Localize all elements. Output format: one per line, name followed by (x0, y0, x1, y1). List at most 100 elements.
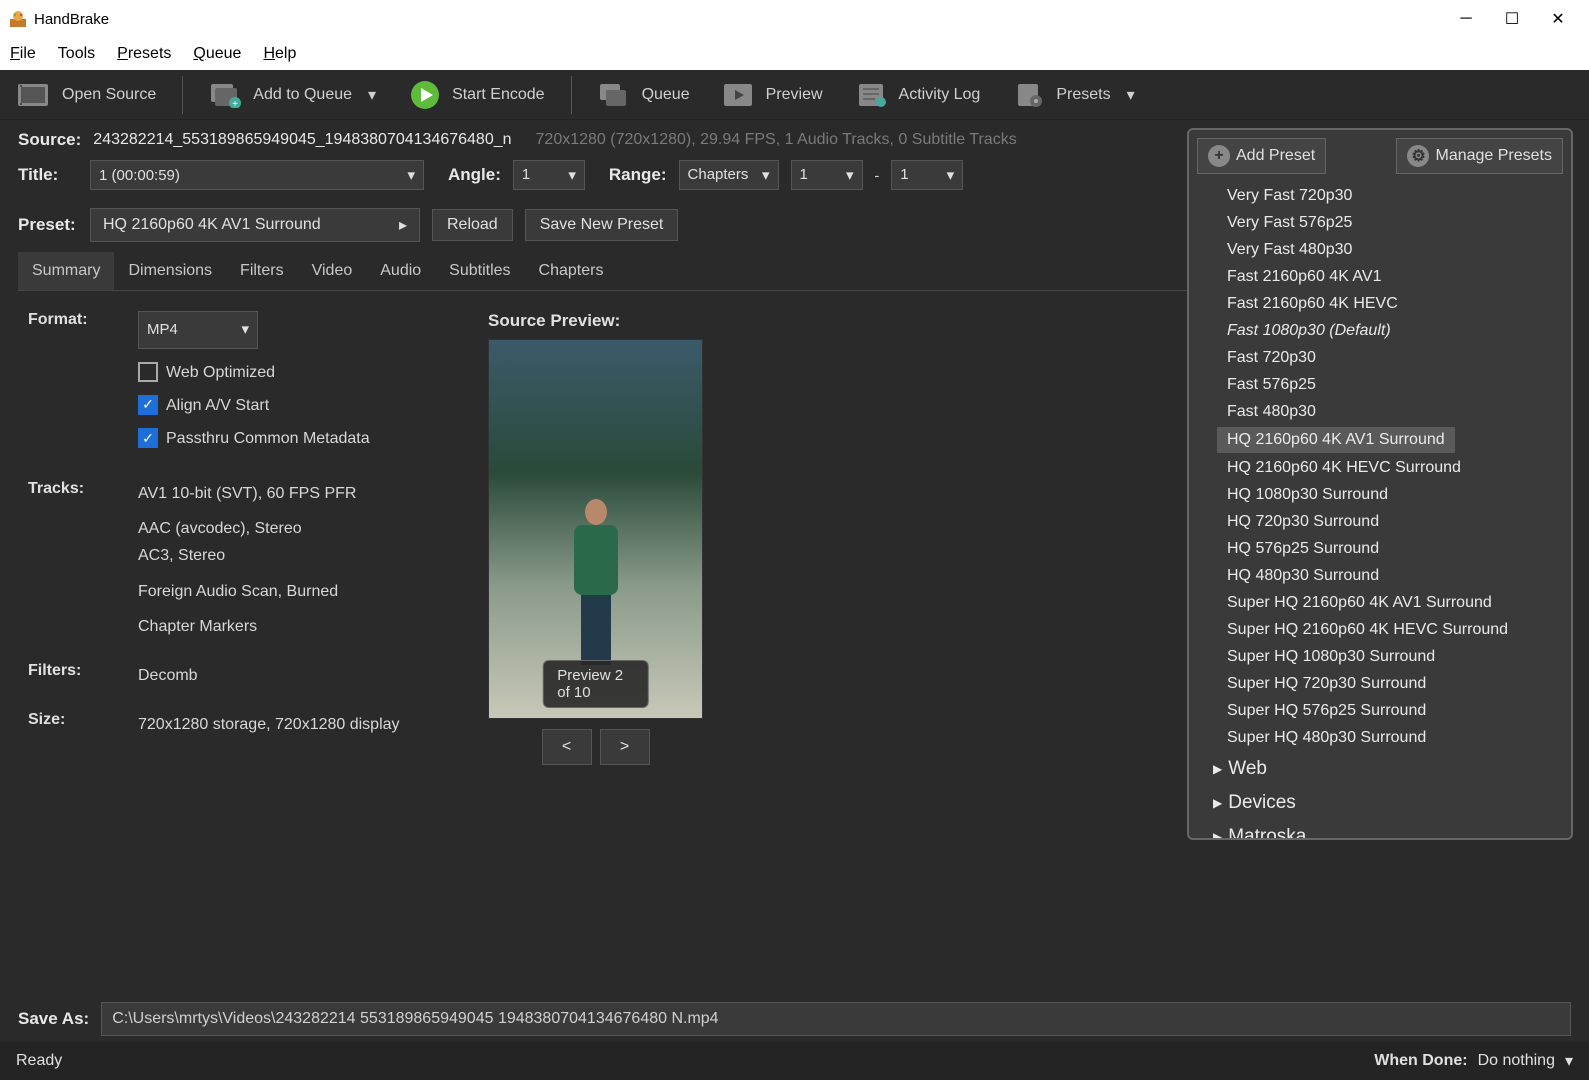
preset-group[interactable]: ▶ Matroska (1203, 820, 1567, 838)
preset-item[interactable]: HQ 480p30 Surround (1217, 563, 1567, 589)
web-optimized-checkbox[interactable]: Web Optimized (138, 359, 370, 386)
activity-log-label: Activity Log (899, 86, 981, 104)
preview-content (561, 499, 631, 669)
chevron-down-icon: ▾ (241, 317, 249, 343)
presets-panel: + Add Preset ⚙ Manage Presets Very Fast … (1187, 128, 1573, 840)
summary-left: Format: MP4▾ Web Optimized ✓Align A/V St… (28, 311, 448, 765)
status-text: Ready (16, 1052, 62, 1070)
preset-item[interactable]: Very Fast 576p25 (1217, 210, 1567, 236)
preview-nav: < > (488, 729, 703, 765)
reload-button[interactable]: Reload (432, 209, 513, 241)
tab-subtitles[interactable]: Subtitles (435, 252, 524, 290)
menu-queue[interactable]: Queue (193, 45, 241, 63)
preset-item[interactable]: Fast 480p30 (1217, 399, 1567, 425)
svg-text:+: + (232, 99, 238, 108)
save-as-label: Save As: (18, 1009, 89, 1029)
range-type-select[interactable]: Chapters▾ (679, 160, 779, 190)
preset-item[interactable]: HQ 1080p30 Surround (1217, 482, 1567, 508)
add-to-queue-label: Add to Queue (253, 86, 352, 104)
tracks-label: Tracks: (28, 480, 138, 498)
chevron-right-icon: ▸ (399, 215, 407, 235)
chevron-down-icon: ▾ (762, 166, 770, 184)
tab-chapters[interactable]: Chapters (525, 252, 618, 290)
menu-presets[interactable]: Presets (117, 45, 171, 63)
title-select[interactable]: 1 (00:00:59)▾ (90, 160, 424, 190)
chevron-down-icon: ▾ (1565, 1051, 1573, 1071)
menu-help[interactable]: Help (263, 45, 296, 63)
size-value: 720x1280 storage, 720x1280 display (138, 711, 400, 738)
preview-panel: Source Preview: Preview 2 of 10 < > (488, 311, 703, 765)
menu-file[interactable]: File (10, 45, 36, 63)
presets-toolbar-label: Presets (1056, 86, 1110, 104)
close-button[interactable]: ✕ (1535, 3, 1581, 35)
tab-dimensions[interactable]: Dimensions (114, 252, 226, 290)
preset-item[interactable]: HQ 2160p60 4K HEVC Surround (1217, 455, 1567, 481)
film-icon (18, 80, 52, 110)
start-encode-button[interactable]: Start Encode (398, 76, 555, 114)
when-done[interactable]: When Done: Do nothing ▾ (1374, 1051, 1573, 1071)
queue-icon (598, 80, 632, 110)
statusbar: Ready When Done: Do nothing ▾ (0, 1042, 1589, 1080)
preset-item[interactable]: HQ 576p25 Surround (1217, 536, 1567, 562)
preset-item[interactable]: Super HQ 480p30 Surround (1217, 725, 1567, 751)
preset-group[interactable]: ▶ Web (1203, 752, 1567, 786)
format-label: Format: (28, 311, 138, 329)
range-to-select[interactable]: 1▾ (891, 160, 963, 190)
angle-select[interactable]: 1▾ (513, 160, 585, 190)
preview-button[interactable]: Preview (712, 76, 833, 114)
preview-prev-button[interactable]: < (542, 729, 592, 765)
format-select[interactable]: MP4▾ (138, 311, 258, 349)
preset-item[interactable]: Fast 1080p30 (Default) (1217, 318, 1567, 344)
queue-button[interactable]: Queue (588, 76, 700, 114)
preview-label: Preview (766, 86, 823, 104)
align-av-checkbox[interactable]: ✓Align A/V Start (138, 392, 370, 419)
preset-item[interactable]: Very Fast 720p30 (1217, 183, 1567, 209)
preset-group[interactable]: ▶ Devices (1203, 786, 1567, 820)
preset-item[interactable]: Fast 576p25 (1217, 372, 1567, 398)
open-source-button[interactable]: Open Source (8, 76, 166, 114)
preset-item[interactable]: Super HQ 576p25 Surround (1217, 698, 1567, 724)
preview-counter: Preview 2 of 10 (542, 660, 649, 708)
manage-presets-button[interactable]: ⚙ Manage Presets (1396, 138, 1563, 174)
minimize-button[interactable]: ─ (1443, 3, 1489, 35)
tracks-list: AV1 10-bit (SVT), 60 FPS PFR AAC (avcode… (138, 480, 356, 640)
queue-label: Queue (642, 86, 690, 104)
menu-tools[interactable]: Tools (58, 45, 95, 63)
preset-item[interactable]: Fast 720p30 (1217, 345, 1567, 371)
tab-audio[interactable]: Audio (366, 252, 435, 290)
title-label: Title: (18, 165, 78, 185)
presets-toolbar-button[interactable]: Presets ▾ (1002, 76, 1144, 114)
range-from-select[interactable]: 1▾ (791, 160, 863, 190)
plus-icon: + (1208, 145, 1230, 167)
angle-label: Angle: (448, 165, 501, 185)
preset-item[interactable]: Fast 2160p60 4K AV1 (1217, 264, 1567, 290)
chevron-down-icon: ▾ (846, 166, 854, 184)
tab-summary[interactable]: Summary (18, 252, 114, 290)
preset-item[interactable]: Super HQ 2160p60 4K HEVC Surround (1217, 617, 1567, 643)
preset-item[interactable]: HQ 720p30 Surround (1217, 509, 1567, 535)
preset-item[interactable]: Very Fast 480p30 (1217, 237, 1567, 263)
tab-filters[interactable]: Filters (226, 252, 298, 290)
preset-item[interactable]: Fast 2160p60 4K HEVC (1217, 291, 1567, 317)
presets-icon (1012, 80, 1046, 110)
save-as-input[interactable] (101, 1002, 1571, 1036)
preset-item[interactable]: Super HQ 720p30 Surround (1217, 671, 1567, 697)
maximize-button[interactable]: ☐ (1489, 3, 1535, 35)
range-label: Range: (609, 165, 667, 185)
menubar: File Tools Presets Queue Help (0, 38, 1589, 70)
preset-list[interactable]: Very Fast 720p30Very Fast 576p25Very Fas… (1189, 182, 1571, 838)
add-to-queue-button[interactable]: + Add to Queue ▾ (199, 76, 386, 114)
add-preset-button[interactable]: + Add Preset (1197, 138, 1326, 174)
save-new-preset-button[interactable]: Save New Preset (525, 209, 679, 241)
preset-item[interactable]: HQ 2160p60 4K AV1 Surround (1217, 427, 1455, 453)
triangle-right-icon: ▶ (1213, 830, 1222, 838)
preset-item[interactable]: Super HQ 2160p60 4K AV1 Surround (1217, 590, 1567, 616)
preview-next-button[interactable]: > (600, 729, 650, 765)
when-done-value: Do nothing (1478, 1052, 1555, 1070)
when-done-label: When Done: (1374, 1052, 1467, 1070)
activity-log-button[interactable]: Activity Log (845, 76, 991, 114)
preset-item[interactable]: Super HQ 1080p30 Surround (1217, 644, 1567, 670)
tab-video[interactable]: Video (298, 252, 367, 290)
preset-select[interactable]: HQ 2160p60 4K AV1 Surround ▸ (90, 208, 420, 242)
passthru-metadata-checkbox[interactable]: ✓Passthru Common Metadata (138, 425, 370, 452)
